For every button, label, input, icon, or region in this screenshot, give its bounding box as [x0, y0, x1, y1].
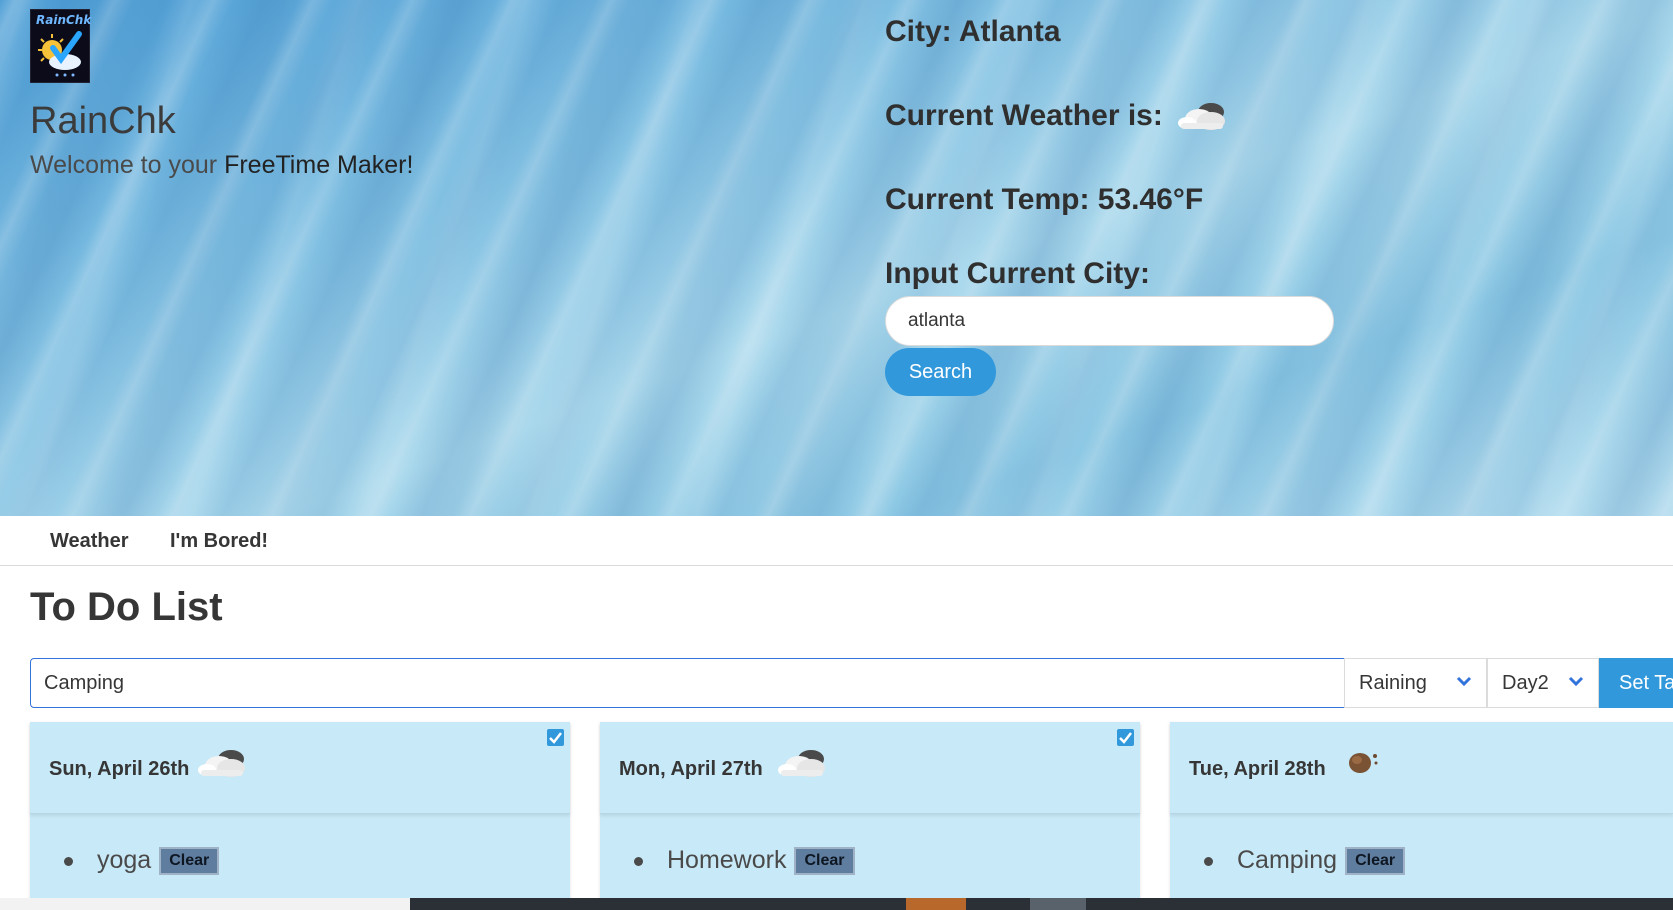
checkmark-icon [1119, 732, 1132, 744]
card-header: Mon, April 27th [600, 722, 1140, 814]
meteor-icon [1349, 753, 1378, 773]
sun-check-icon [38, 31, 82, 77]
clear-button[interactable]: Clear [159, 847, 220, 876]
set-task-button[interactable]: Set Ta [1599, 658, 1673, 708]
task-text: Camping [1237, 846, 1338, 874]
task-form: Raining Day2 Set Ta [30, 658, 1673, 708]
bullet [1204, 856, 1213, 866]
card-date: Sun, April 26th [49, 758, 190, 780]
bullet [634, 856, 643, 866]
weather-select-value: Raining [1359, 672, 1427, 694]
tab-weather[interactable]: Weather [50, 530, 129, 553]
bullet [64, 856, 73, 866]
card-checkbox[interactable] [547, 729, 564, 746]
day-card: Tue, April 28th Camping Clear [1170, 722, 1673, 902]
list-item: Camping Clear [1204, 846, 1406, 876]
task-text: yoga [97, 846, 152, 874]
current-weather-row: Current Weather is: [885, 98, 1231, 133]
nav-tabs: Weather I'm Bored! [0, 516, 1673, 566]
day-card: Sun, April 26th yoga Clear [30, 722, 570, 902]
day-select-value: Day2 [1502, 672, 1549, 694]
city-input[interactable] [885, 296, 1334, 346]
checkmark-icon [549, 732, 562, 744]
card-checkbox[interactable] [1117, 729, 1134, 746]
brand-subtitle: Welcome to your FreeTime Maker! [30, 151, 413, 180]
logo-text: RainChk [36, 13, 92, 27]
clear-button[interactable]: Clear [1345, 847, 1406, 876]
cloud-icon [198, 750, 245, 777]
cloud-icon [1178, 103, 1226, 131]
cloud-icon [778, 750, 825, 777]
taskbar-app[interactable] [1030, 898, 1086, 910]
hero-banner: RainChk RainChk Welcome to your FreeTime… [0, 0, 1673, 516]
city-input-label: Input Current City: [885, 257, 1150, 290]
day-cards: Sun, April 26th yoga Clear Mon, April 27t… [0, 722, 1673, 902]
list-item: Homework Clear [634, 846, 855, 876]
card-header: Tue, April 28th [1170, 722, 1673, 814]
brand-title: RainChk [30, 100, 176, 142]
card-header: Sun, April 26th [30, 722, 570, 814]
card-date: Mon, April 27th [619, 758, 763, 780]
temp-label: Current Temp: 53.46°F [885, 183, 1204, 216]
taskbar-app[interactable] [906, 898, 966, 910]
chevron-down-icon [1456, 676, 1472, 687]
day-select[interactable]: Day2 [1487, 658, 1599, 708]
city-label: City: Atlanta [885, 15, 1061, 48]
subtitle-strong: FreeTime Maker! [224, 151, 414, 179]
clear-button[interactable]: Clear [794, 847, 855, 876]
current-weather-label: Current Weather is: [885, 99, 1163, 133]
todo-title: To Do List [30, 585, 223, 629]
chevron-down-icon [1568, 676, 1584, 687]
task-input[interactable] [30, 658, 1345, 708]
weather-select[interactable]: Raining [1344, 658, 1487, 708]
card-date: Tue, April 28th [1189, 758, 1326, 780]
tab-im-bored[interactable]: I'm Bored! [170, 530, 268, 553]
task-text: Homework [667, 846, 787, 874]
day-card: Mon, April 27th Homework Clear [600, 722, 1140, 902]
os-taskbar [0, 898, 1673, 910]
rainchk-logo: RainChk [30, 9, 92, 83]
subtitle-prefix: Welcome to your [30, 151, 225, 179]
search-button[interactable]: Search [885, 348, 996, 396]
list-item: yoga Clear [64, 846, 220, 876]
